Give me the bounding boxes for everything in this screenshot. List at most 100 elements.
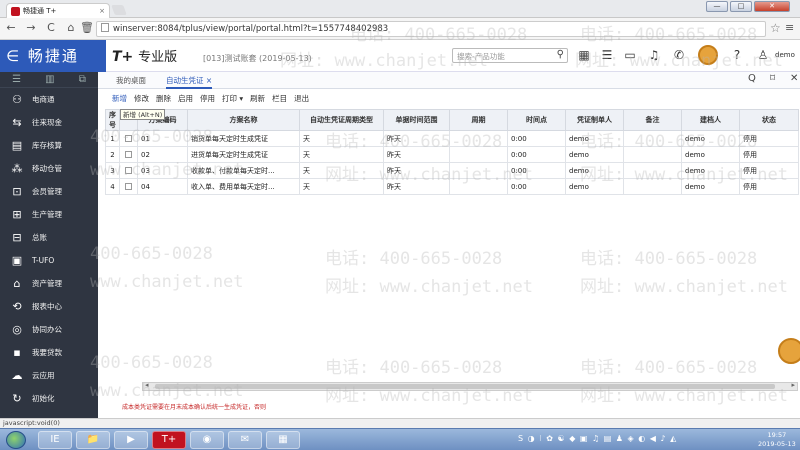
cell-creator: demo <box>681 162 740 179</box>
system-tray[interactable]: S ◑ ⁝ ✿ ☯ ◆ ▣ ♫ ▤ ♟ ◈ ◐ ◀ ♪ ◭ <box>518 434 677 443</box>
table-row[interactable]: 4 04 收入单、费用单每天定时... 天 昨天 0:00 demo demo … <box>105 178 799 195</box>
sidebar-item-ecommerce[interactable]: ⚇ 电商通 <box>0 88 98 111</box>
columns-button[interactable]: 栏目 <box>272 93 287 104</box>
new-tab-button[interactable] <box>111 5 127 15</box>
cell-time: 0:00 <box>507 162 566 179</box>
column-header[interactable]: 状态 <box>739 109 799 131</box>
help-icon[interactable]: ? <box>730 48 744 62</box>
column-header[interactable]: 周期 <box>449 109 508 131</box>
column-header[interactable]: 时间点 <box>507 109 566 131</box>
tab-close-icon[interactable]: × <box>206 76 212 85</box>
window-icon[interactable]: ⧉ <box>79 74 86 85</box>
column-header: 序号 <box>105 109 120 131</box>
reload-button[interactable]: C <box>44 21 58 34</box>
table-row[interactable]: 2 02 进货单每天定时生成凭证 天 昨天 0:00 demo demo 停用 <box>105 146 799 163</box>
tab-close-icon[interactable]: × <box>99 7 105 15</box>
sidebar-item-cloud-apps[interactable]: ☁ 云应用 <box>0 364 98 387</box>
column-header[interactable]: 备注 <box>623 109 682 131</box>
phone-icon[interactable]: ✆ <box>672 48 686 62</box>
sidebar-item-production[interactable]: ⊞ 生产管理 <box>0 203 98 226</box>
row-checkbox[interactable] <box>119 162 138 179</box>
browser-menu-icon[interactable]: ≡ <box>785 21 794 34</box>
new-button[interactable]: 新增 <box>112 93 127 104</box>
delete-button[interactable]: 删除 <box>156 93 171 104</box>
sidebar-item-collaboration[interactable]: ◎ 协同办公 <box>0 318 98 341</box>
tab-search-icon[interactable]: Q <box>748 73 756 84</box>
tab-restore-icon[interactable]: ⌑ <box>770 73 775 84</box>
floating-mascot-icon[interactable] <box>778 338 800 364</box>
horizontal-scrollbar[interactable]: ◂ ▸ <box>142 381 798 391</box>
checkbox-icon[interactable] <box>125 150 132 158</box>
list-icon[interactable]: ☰ <box>600 48 614 62</box>
exit-button[interactable]: 退出 <box>294 93 309 104</box>
scroll-left-arrow[interactable]: ◂ <box>145 381 149 389</box>
calculator-icon[interactable]: ▦ <box>577 48 591 62</box>
close-window-button[interactable]: ✕ <box>754 1 790 12</box>
user-icon[interactable]: ♙ <box>756 48 770 62</box>
sidebar-item-loans[interactable]: ▪ 我要贷款 <box>0 341 98 364</box>
report-icon: ⟲ <box>12 300 22 313</box>
scroll-thumb[interactable] <box>155 384 775 389</box>
row-checkbox[interactable] <box>119 146 138 163</box>
back-button[interactable]: ← <box>4 21 18 34</box>
home-button[interactable]: ⌂ <box>64 21 78 34</box>
sidebar-item-label: 协同办公 <box>32 325 62 334</box>
edit-button[interactable]: 修改 <box>134 93 149 104</box>
column-header[interactable]: 单据时间范围 <box>383 109 450 131</box>
checkbox-icon[interactable] <box>125 182 132 190</box>
sidebar-item-mobile-warehouse[interactable]: ⁂ 移动仓管 <box>0 157 98 180</box>
tab-my-desktop[interactable]: 我的桌面 <box>116 75 146 86</box>
scroll-right-arrow[interactable]: ▸ <box>791 381 795 389</box>
sidebar-item-reports[interactable]: ⟲ 报表中心 <box>0 295 98 318</box>
sidebar-item-general-ledger[interactable]: ⊟ 总账 <box>0 226 98 249</box>
taskbar-wechat-icon[interactable]: ✉ <box>228 431 262 449</box>
taskbar-tplus-icon[interactable]: T+ <box>152 431 186 449</box>
disable-button[interactable]: 停用 <box>200 93 215 104</box>
table-row[interactable]: 1 01 销货单每天定时生成凭证 天 昨天 0:00 demo demo 停用 <box>105 130 799 147</box>
cell-range: 昨天 <box>383 162 450 179</box>
trash-icon[interactable]: 🗑 <box>80 21 94 34</box>
taskbar-chrome-icon[interactable]: ◉ <box>190 431 224 449</box>
system-clock[interactable]: 19:57 2019-05-13 <box>758 431 796 449</box>
mascot-icon[interactable] <box>698 45 718 65</box>
sidebar-item-inventory-costing[interactable]: ▤ 库存核算 <box>0 134 98 157</box>
taskbar-folder-icon[interactable]: 📁 <box>76 431 110 449</box>
bookmark-star-icon[interactable]: ☆ <box>770 21 781 35</box>
sidebar-item-cash[interactable]: ⇆ 往来现金 <box>0 111 98 134</box>
sidebar-item-initialize[interactable]: ↻ 初始化 <box>0 387 98 410</box>
sidebar-item-label: 往来现金 <box>32 118 62 127</box>
search-icon[interactable]: ⚲ <box>557 49 564 60</box>
minimize-button[interactable]: — <box>706 1 728 12</box>
column-header[interactable]: 自动生凭证周期类型 <box>299 109 384 131</box>
sidebar-item-t-ufo[interactable]: ▣ T-UFO <box>0 249 98 272</box>
browser-tab[interactable]: 畅捷通 T+ × <box>6 3 110 18</box>
column-header[interactable]: 建档人 <box>681 109 740 131</box>
taskbar-ie-icon[interactable]: IE <box>38 431 72 449</box>
refresh-button[interactable]: 刷新 <box>250 93 265 104</box>
enable-button[interactable]: 启用 <box>178 93 193 104</box>
column-header[interactable]: 凭证制单人 <box>565 109 624 131</box>
checkbox-icon[interactable] <box>125 134 132 142</box>
account-info: [013]测试账套 (2019-05-13) <box>203 54 312 63</box>
bell-icon[interactable]: ♫ <box>647 48 661 62</box>
maximize-button[interactable]: □ <box>730 1 752 12</box>
checkbox-icon[interactable] <box>125 166 132 174</box>
sidebar-item-members[interactable]: ⊡ 会员管理 <box>0 180 98 203</box>
taskbar-media-icon[interactable]: ▶ <box>114 431 148 449</box>
column-header[interactable]: 方案名称 <box>187 109 300 131</box>
table-row[interactable]: 3 03 收款单、付款单每天定时... 天 昨天 0:00 demo demo … <box>105 162 799 179</box>
start-button[interactable] <box>6 431 26 449</box>
row-checkbox[interactable] <box>119 130 138 147</box>
desktop-icon[interactable]: ▥ <box>45 74 54 85</box>
message-icon[interactable]: ▭ <box>623 48 637 62</box>
tab-auto-voucher[interactable]: 自动生凭证 × <box>166 75 213 89</box>
print-button[interactable]: 打印 ▾ <box>222 93 243 104</box>
forward-button[interactable]: → <box>24 21 38 34</box>
row-checkbox[interactable] <box>119 178 138 195</box>
search-input[interactable]: 搜索-产品功能 ⚲ <box>452 48 568 63</box>
sidebar-item-assets[interactable]: ⌂ 资产管理 <box>0 272 98 295</box>
taskbar-doc-icon[interactable]: ▦ <box>266 431 300 449</box>
tab-close-all-icon[interactable]: ✕ <box>790 73 798 84</box>
menu-toggle-icon[interactable]: ☰ <box>12 74 21 85</box>
address-bar[interactable]: winserver:8084/tplus/view/portal/portal.… <box>96 21 766 37</box>
